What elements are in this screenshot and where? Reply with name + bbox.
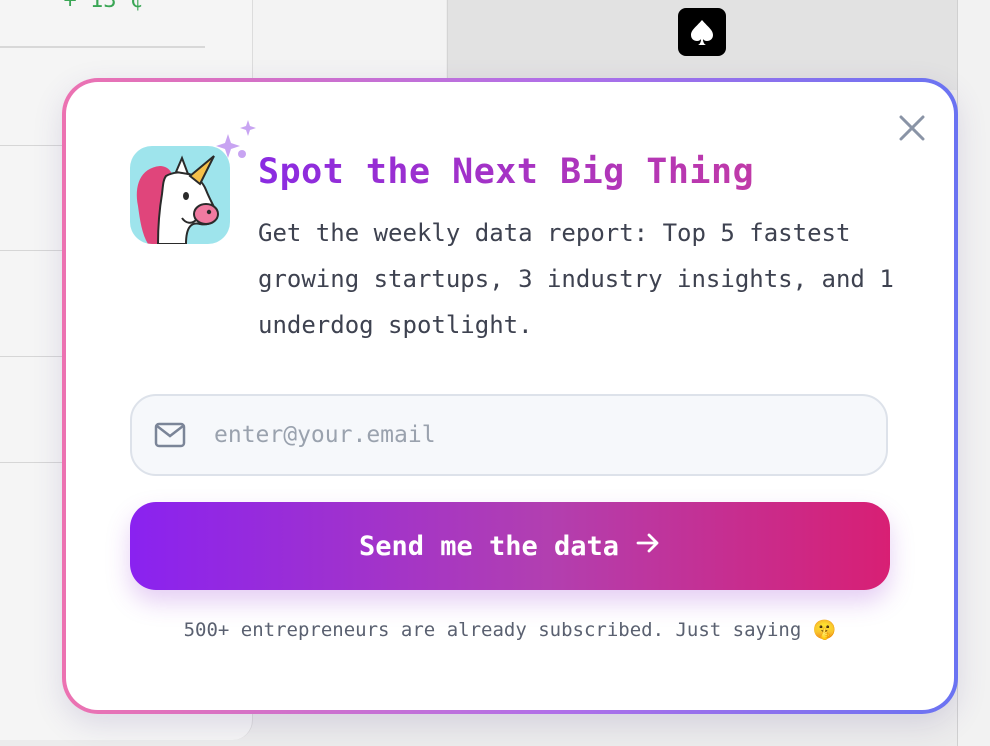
newsletter-popup: Spot the Next Big Thing Get the weekly d… [62, 78, 958, 714]
background-card: + 13 ¢ [0, 0, 205, 48]
subscriber-note: 500+ entrepreneurs are already subscribe… [183, 619, 837, 641]
popup-title: Spot the Next Big Thing [258, 152, 755, 192]
send-data-label: Send me the data [358, 530, 620, 562]
popup-card: Spot the Next Big Thing Get the weekly d… [66, 82, 954, 710]
unicorn-logo [130, 146, 230, 244]
background-column [957, 0, 990, 746]
send-data-button[interactable]: Send me the data [130, 502, 890, 590]
spade-icon[interactable] [678, 8, 726, 56]
stat-change: + 13 ¢ [63, 0, 143, 13]
arrow-right-icon [635, 530, 661, 563]
mail-icon [154, 422, 186, 448]
close-icon[interactable] [896, 112, 928, 144]
background-column [253, 0, 446, 90]
email-field[interactable] [130, 394, 888, 476]
email-input[interactable] [212, 421, 836, 449]
popup-description: Get the weekly data report: Top 5 fastes… [258, 219, 894, 339]
